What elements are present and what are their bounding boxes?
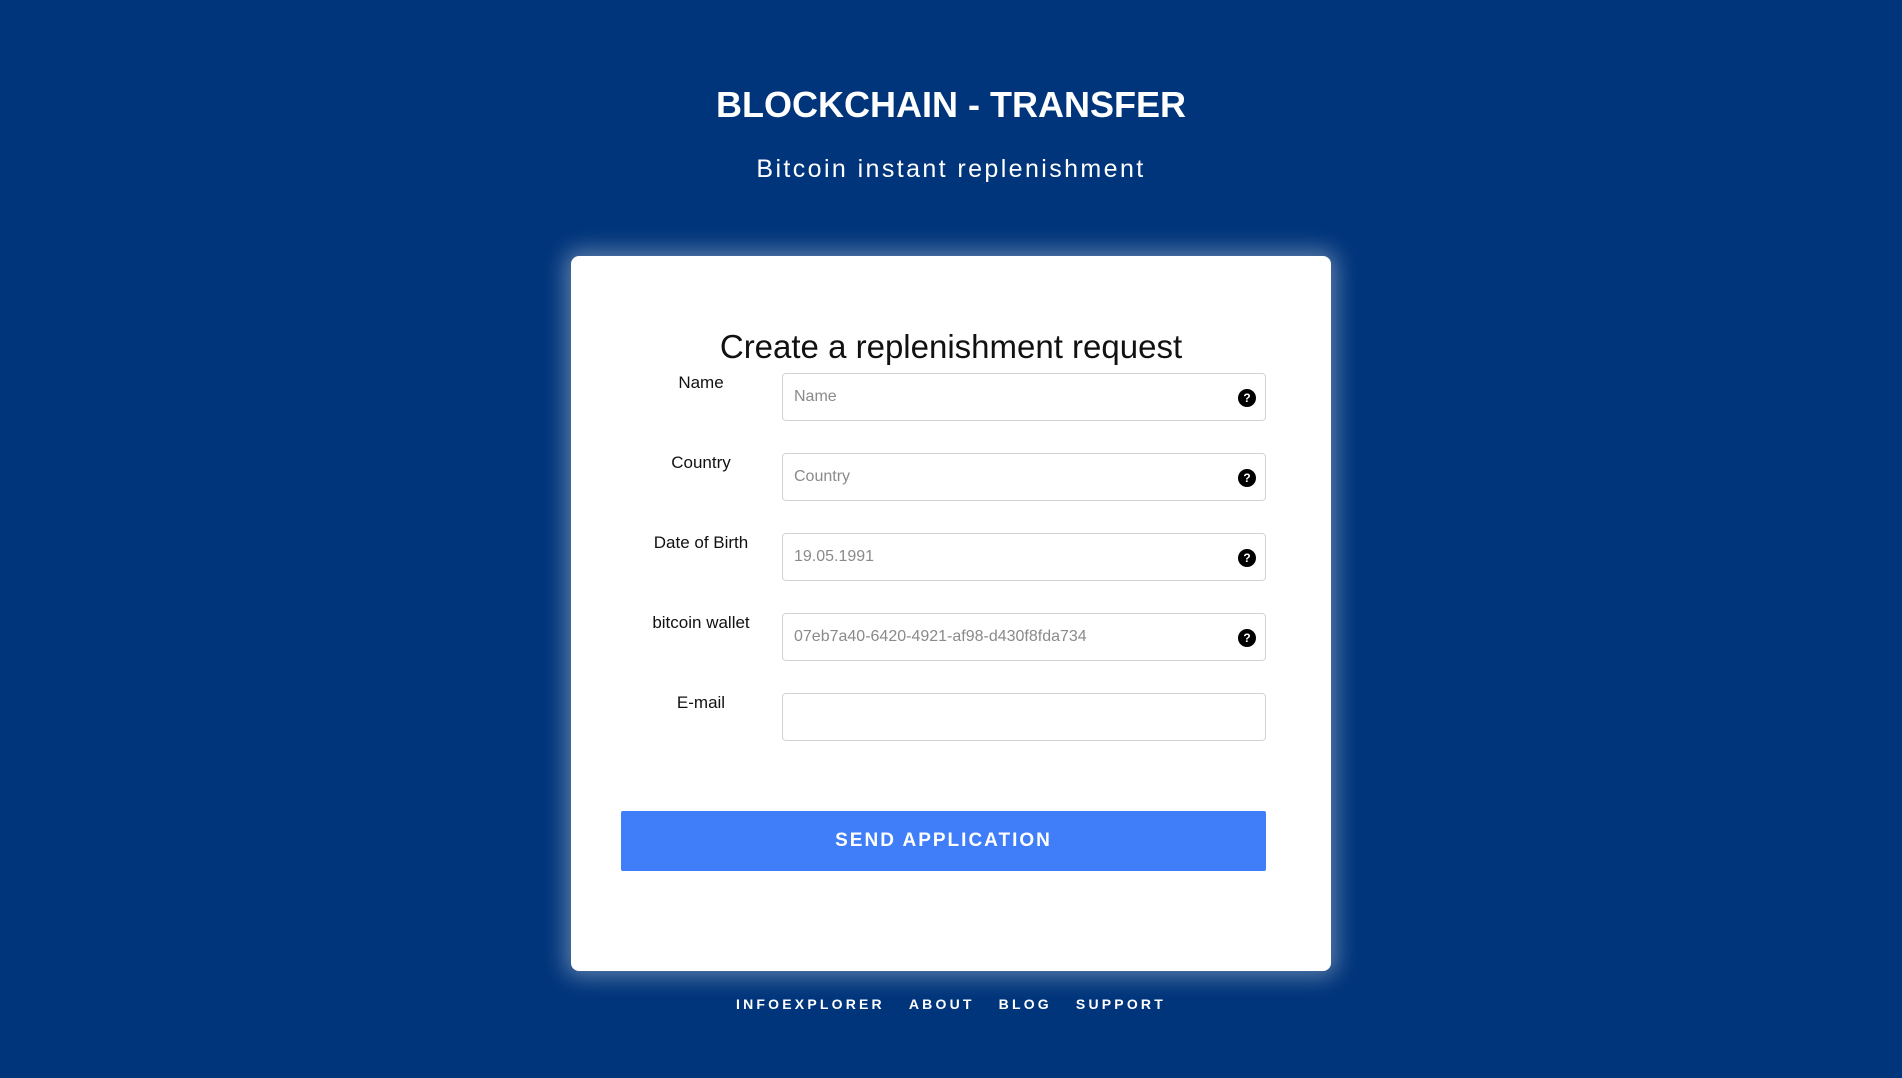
country-input[interactable] xyxy=(783,454,1265,500)
form-title: Create a replenishment request xyxy=(719,328,1183,365)
site-subtitle: Bitcoin instant replenishment xyxy=(756,155,1146,183)
wallet-field-box: ? xyxy=(782,613,1266,661)
dob-label: Date of Birth xyxy=(653,533,749,552)
form-row-name: Name ? xyxy=(571,373,1331,423)
question-circle-icon[interactable]: ? xyxy=(1238,629,1256,647)
question-circle-icon[interactable]: ? xyxy=(1238,469,1256,487)
country-field-box: ? xyxy=(782,453,1266,501)
request-form-card: Create a replenishment request Name ? Co… xyxy=(571,256,1331,971)
name-field-box: ? xyxy=(782,373,1266,421)
footer-nav: INFOEXPLORER ABOUT BLOG SUPPORT xyxy=(0,996,1902,1012)
email-input[interactable] xyxy=(783,694,1265,740)
dob-input[interactable] xyxy=(783,534,1265,580)
form-row-dob: Date of Birth ? xyxy=(571,533,1331,583)
email-label: E-mail xyxy=(676,693,726,712)
send-application-button[interactable]: SEND APPLICATION xyxy=(621,811,1266,871)
question-circle-icon[interactable]: ? xyxy=(1238,549,1256,567)
country-label: Country xyxy=(671,453,731,472)
dob-field-box: ? xyxy=(782,533,1266,581)
wallet-input[interactable] xyxy=(783,614,1265,660)
form-row-email: E-mail xyxy=(571,693,1331,743)
footer-link-infoexplorer[interactable]: INFOEXPLORER xyxy=(736,996,885,1012)
page: BLOCKCHAIN - TRANSFER Bitcoin instant re… xyxy=(0,0,1902,1078)
footer-link-about[interactable]: ABOUT xyxy=(909,996,975,1012)
site-title: BLOCKCHAIN - TRANSFER xyxy=(716,84,1186,125)
wallet-label: bitcoin wallet xyxy=(652,613,750,632)
question-circle-icon[interactable]: ? xyxy=(1238,389,1256,407)
email-field-box xyxy=(782,693,1266,741)
form-row-wallet: bitcoin wallet ? xyxy=(571,613,1331,663)
name-input[interactable] xyxy=(783,374,1265,420)
name-label: Name xyxy=(678,373,724,392)
footer-link-blog[interactable]: BLOG xyxy=(999,996,1052,1012)
form-row-country: Country ? xyxy=(571,453,1331,503)
footer-link-support[interactable]: SUPPORT xyxy=(1076,996,1166,1012)
